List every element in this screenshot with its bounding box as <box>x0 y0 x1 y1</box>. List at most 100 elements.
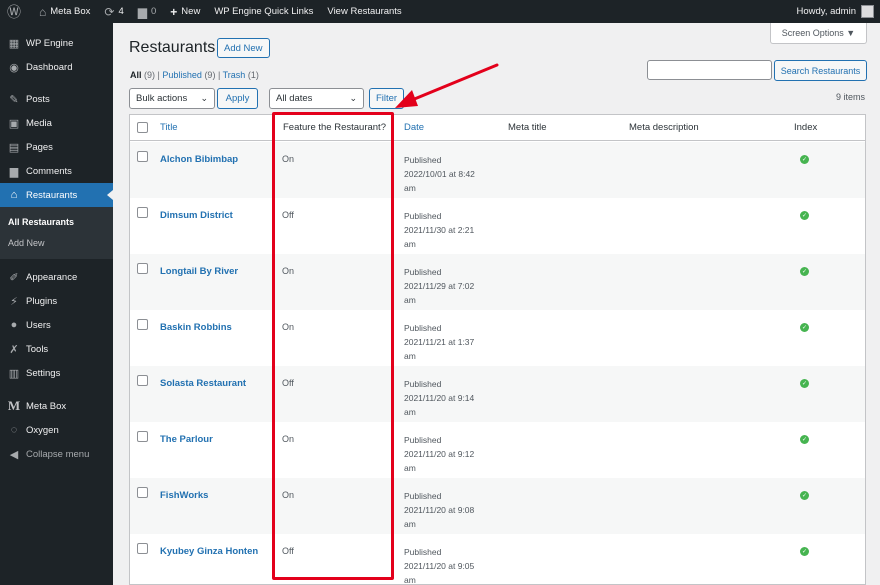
index-status-icon: ✓ <box>800 547 809 556</box>
howdy-label: Howdy, admin <box>796 6 857 17</box>
wpengine-label: WP Engine Quick Links <box>214 6 314 17</box>
comment-icon: ▆ <box>137 4 147 19</box>
menu-label: Comments <box>26 165 72 177</box>
row-title-link[interactable]: The Parlour <box>160 434 213 445</box>
row-date: Published 2021/11/29 at 7:02 am <box>404 265 474 307</box>
row-checkbox[interactable] <box>137 431 148 442</box>
comments-link[interactable]: ▆ 0 <box>131 0 164 23</box>
menu-item-appearance[interactable]: ✐ Appearance <box>0 265 113 289</box>
row-checkbox[interactable] <box>137 263 148 274</box>
menu-label: Tools <box>26 343 49 355</box>
row-title-link[interactable]: Longtail By River <box>160 266 238 277</box>
menu-item-pages[interactable]: ▤ Pages <box>0 135 113 159</box>
bulk-actions-select[interactable]: Bulk actions ⌄ <box>129 88 215 109</box>
view-restaurants-link[interactable]: View Restaurants <box>320 0 408 23</box>
admin-sidebar: ▦ WP Engine ◉ Dashboard ✎ Posts ▣ Media ▤ Pag… <box>0 23 113 585</box>
row-status: Published <box>404 211 442 221</box>
row-date: Published 2021/11/21 at 1:37 am <box>404 321 474 363</box>
row-title-link[interactable]: Solasta Restaurant <box>160 378 246 389</box>
row-checkbox[interactable] <box>137 375 148 386</box>
search-restaurants-button[interactable]: Search Restaurants <box>774 60 867 81</box>
menu-item-users[interactable]: ● Users <box>0 313 113 337</box>
index-status-icon: ✓ <box>800 379 809 388</box>
row-date: Published 2021/11/20 at 9:12 am <box>404 433 474 475</box>
index-status-icon: ✓ <box>800 267 809 276</box>
menu-item-oxygen[interactable]: ◌ Oxygen <box>0 418 113 442</box>
table-row: Longtail By River On Published 2021/11/29… <box>130 254 865 310</box>
filter-button[interactable]: Filter <box>369 88 404 109</box>
index-status-icon: ✓ <box>800 435 809 444</box>
bulk-actions-value: Bulk actions <box>136 93 188 104</box>
row-title-link[interactable]: Kyubey Ginza Honten <box>160 546 258 557</box>
row-checkbox[interactable] <box>137 487 148 498</box>
brush-icon: ✐ <box>9 271 19 284</box>
column-title[interactable]: Title <box>160 122 178 133</box>
column-date[interactable]: Date <box>404 122 424 133</box>
column-meta-title: Meta title <box>508 122 547 133</box>
row-title-link[interactable]: FishWorks <box>160 490 208 501</box>
row-checkbox[interactable] <box>137 543 148 554</box>
menu-item-comments[interactable]: ▆ Comments <box>0 159 113 183</box>
row-status: Published <box>404 155 442 165</box>
admin-bar: Ⓦ ⌂ Meta Box ⟳ 4 ▆ 0 + New WP Engine Quick L… <box>0 0 880 23</box>
view-all-link[interactable]: All <box>130 70 142 80</box>
row-date-ampm: am <box>404 407 416 417</box>
row-date-ampm: am <box>404 463 416 473</box>
menu-item-wp-engine[interactable]: ▦ WP Engine <box>0 31 113 55</box>
select-all-checkbox[interactable] <box>137 122 148 133</box>
menu-item-restaurants[interactable]: ⌂ Restaurants <box>0 183 113 207</box>
menu-item-tools[interactable]: ✗ Tools <box>0 337 113 361</box>
menu-item-dashboard[interactable]: ◉ Dashboard <box>0 55 113 79</box>
menu-label: Users <box>26 319 51 331</box>
menu-item-meta-box[interactable]: M Meta Box <box>0 394 113 418</box>
menu-label: Collapse menu <box>26 448 90 460</box>
site-name-link[interactable]: ⌂ Meta Box <box>32 0 97 23</box>
chevron-down-icon: ⌄ <box>200 93 208 103</box>
row-date-value: 2022/10/01 at 8:42 <box>404 169 475 179</box>
row-title-link[interactable]: Dimsum District <box>160 210 233 221</box>
menu-item-posts[interactable]: ✎ Posts <box>0 87 113 111</box>
oxygen-icon: ◌ <box>10 424 18 436</box>
comment-icon: ▆ <box>9 165 19 178</box>
menu-item-settings[interactable]: ▥ Settings <box>0 361 113 385</box>
row-status: Published <box>404 323 442 333</box>
wpengine-quick-links[interactable]: WP Engine Quick Links <box>207 0 320 23</box>
row-title-link[interactable]: Baskin Robbins <box>160 322 232 333</box>
add-new-button[interactable]: Add New <box>217 38 270 58</box>
menu-item-plugins[interactable]: ⚡ Plugins <box>0 289 113 313</box>
apply-button[interactable]: Apply <box>217 88 258 109</box>
submenu-all-restaurants[interactable]: All Restaurants <box>8 217 74 227</box>
submenu-add-new[interactable]: Add New <box>8 238 45 248</box>
dates-select[interactable]: All dates ⌄ <box>269 88 364 109</box>
page-title: Restaurants <box>129 39 216 56</box>
row-checkbox[interactable] <box>137 319 148 330</box>
index-status-icon: ✓ <box>800 155 809 164</box>
row-feature-value: On <box>282 154 295 164</box>
table-row: Kyubey Ginza Honten Off Published 2021/11… <box>130 534 865 584</box>
row-status: Published <box>404 491 442 501</box>
screen-options-button[interactable]: Screen Options ▼ <box>770 23 867 44</box>
new-label: New <box>181 6 201 17</box>
view-filters: All (9) | Published (9) | Trash (1) <box>130 70 259 80</box>
row-checkbox[interactable] <box>137 207 148 218</box>
row-title-link[interactable]: Alchon Bibimbap <box>160 154 238 165</box>
new-content-link[interactable]: + New <box>163 0 207 23</box>
menu-label: WP Engine <box>26 37 74 49</box>
search-input[interactable] <box>647 60 772 80</box>
view-label: View Restaurants <box>327 6 402 17</box>
row-checkbox[interactable] <box>137 151 148 162</box>
collapse-menu-button[interactable]: ◀ Collapse menu <box>0 442 113 466</box>
updates-link[interactable]: ⟳ 4 <box>97 0 130 23</box>
row-status: Published <box>404 547 442 557</box>
view-trash-link[interactable]: Trash <box>223 70 246 80</box>
user-icon: ● <box>10 319 18 331</box>
my-account[interactable]: Howdy, admin <box>797 5 880 18</box>
view-published-link[interactable]: Published <box>162 70 202 80</box>
row-date: Published 2021/11/20 at 9:05 am <box>404 545 474 584</box>
sliders-icon: ▥ <box>8 367 20 380</box>
pin-icon: ✎ <box>9 93 19 106</box>
wordpress-logo[interactable]: Ⓦ <box>0 0 32 23</box>
menu-item-media[interactable]: ▣ Media <box>0 111 113 135</box>
wordpress-icon: Ⓦ <box>7 3 21 20</box>
pages-icon: ▤ <box>8 141 20 154</box>
